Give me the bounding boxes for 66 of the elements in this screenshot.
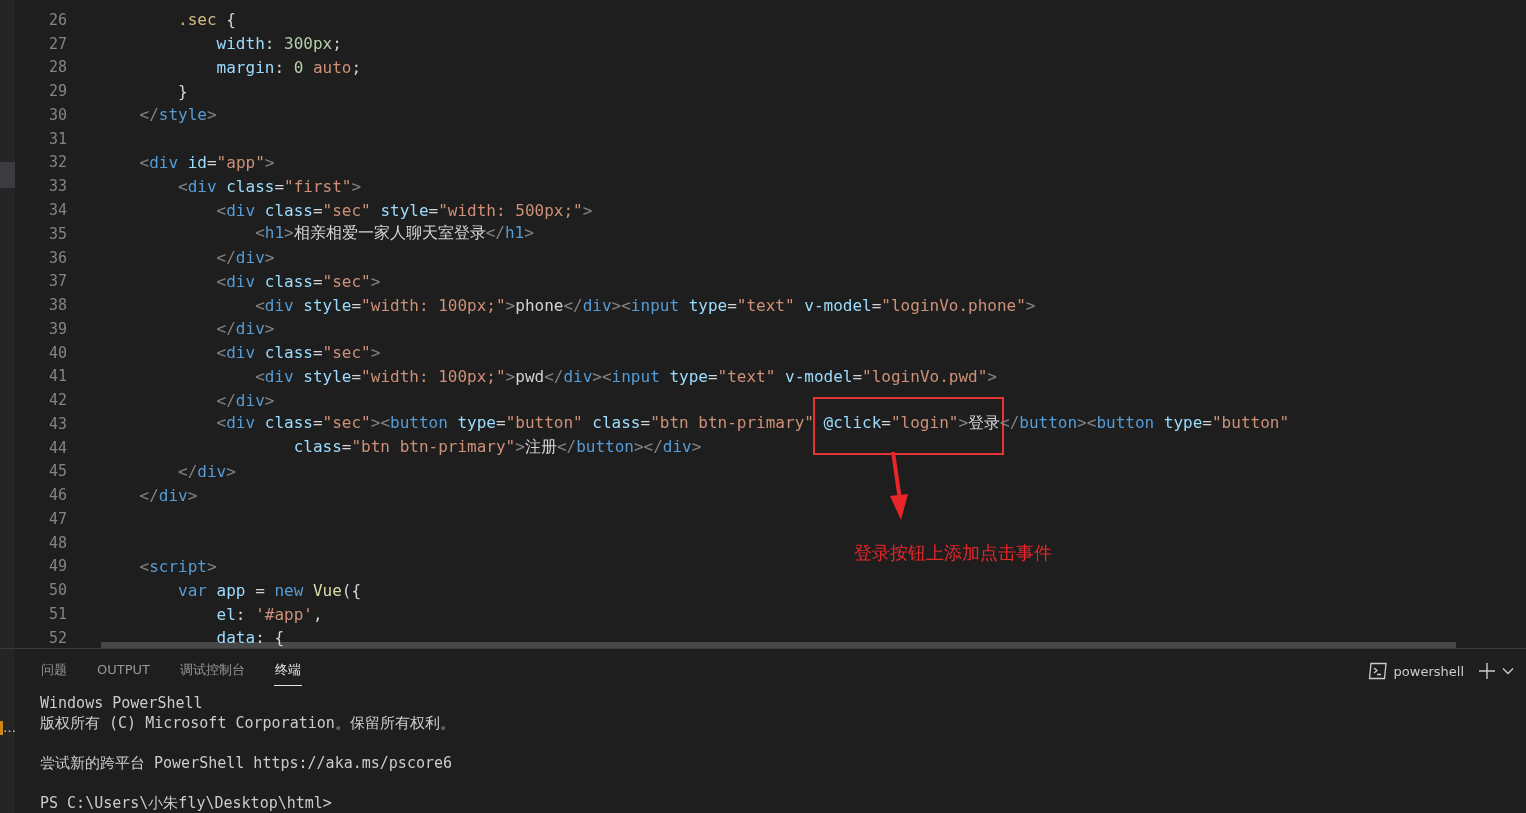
scrollbar-thumb <box>0 162 15 188</box>
code-line: <div style="width: 100px;">pwd</div><input type="text" v-model="loginVo.pwd"> <box>254 366 997 386</box>
code-line: <div class="sec" style="width: 500px;"> <box>215 200 593 220</box>
line-number: 38 <box>47 296 67 315</box>
terminal-line: PS C:\Users\小朱fly\Desktop\html> <box>40 793 332 813</box>
code-line: </div> <box>138 485 198 505</box>
code-line: .sec { <box>177 10 236 30</box>
line-number: 42 <box>47 391 67 410</box>
line-number: 41 <box>47 367 67 386</box>
code-line: el: '#app', <box>215 604 323 624</box>
code-line: </style> <box>138 105 217 125</box>
panel-tab[interactable]: 调试控制台 <box>179 656 246 686</box>
code-line: <script> <box>138 557 217 576</box>
line-number: 26 <box>47 10 67 29</box>
line-number: 44 <box>47 438 67 457</box>
line-number: 52 <box>47 628 67 647</box>
terminal-line: Windows PowerShell <box>40 693 203 713</box>
line-number: 37 <box>47 272 67 291</box>
code-line: <div class="sec"> <box>215 271 381 291</box>
code-line: </div> <box>177 461 236 481</box>
terminal-line: 尝试新的跨平台 PowerShell https://aka.ms/pscore6 <box>40 753 453 773</box>
arrow <box>887 450 911 522</box>
line-number: 45 <box>47 462 67 481</box>
line-number: 49 <box>47 557 67 576</box>
plus-icon[interactable] <box>1478 662 1496 680</box>
overflow-mark: … <box>0 721 16 735</box>
terminal-name[interactable]: powershell <box>1393 663 1464 679</box>
chevron-down-icon[interactable] <box>1502 667 1514 675</box>
line-number: 30 <box>47 105 67 124</box>
code-line: <div style="width: 100px;">phone</div><input type="text" v-model="loginVo.phone"> <box>254 295 1036 315</box>
code-line: </div> <box>215 390 275 410</box>
line-number: 31 <box>47 129 67 148</box>
line-number: 32 <box>47 153 67 172</box>
line-number: 43 <box>47 414 67 433</box>
annotation-caption: 登录按钮上添加点击事件 <box>854 541 1052 565</box>
code-line: margin: 0 auto; <box>215 57 362 77</box>
panel-tab[interactable]: OUTPUT <box>96 656 151 686</box>
code-line: <div class="first"> <box>177 176 362 196</box>
code-line: var app = new Vue({ <box>177 580 362 600</box>
line-number: 36 <box>47 248 67 267</box>
line-number: 46 <box>47 486 67 505</box>
line-number: 34 <box>47 201 67 219</box>
line-number: 35 <box>47 224 67 243</box>
line-number: 40 <box>47 343 67 362</box>
line-number: 51 <box>47 605 67 623</box>
line-number: 27 <box>47 34 67 53</box>
terminal-line: 版权所有 (C) Microsoft Corporation。保留所有权利。 <box>40 713 455 733</box>
line-number: 29 <box>47 82 67 101</box>
code-line: } <box>177 81 188 101</box>
code-line: width: 300px; <box>215 34 342 54</box>
code-line: <div id="app"> <box>138 152 275 172</box>
code-line: class="btn btn-primary">注册</button></div> <box>292 437 702 459</box>
line-number: 39 <box>47 319 67 338</box>
panel-tab[interactable]: 终端 <box>274 656 302 686</box>
code-line: </div> <box>215 248 275 268</box>
terminal-icon <box>1367 662 1388 680</box>
code-line: <div class="sec"> <box>215 343 381 363</box>
panel-tab[interactable]: 问题 <box>40 656 68 686</box>
line-number: 28 <box>47 58 67 77</box>
line-number: 33 <box>47 177 67 196</box>
code-line: <h1>相亲相爱一家人聊天室登录</h1> <box>254 223 534 245</box>
line-number: 47 <box>47 509 67 528</box>
code-line: </div> <box>215 319 275 339</box>
code-line: data: { <box>215 628 285 648</box>
line-number: 48 <box>47 533 67 552</box>
line-number: 50 <box>47 581 67 600</box>
